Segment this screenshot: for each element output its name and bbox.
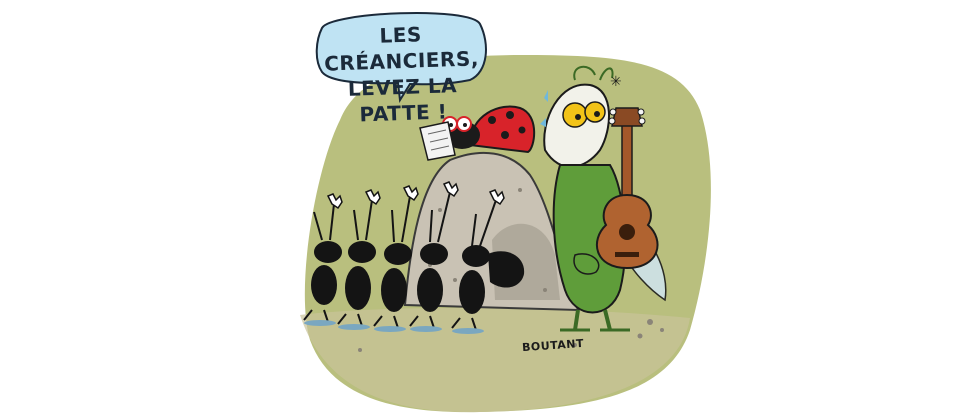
speech-bubble-text: LES CRÉANCIERS, LEVEZ LA PATTE !	[310, 19, 494, 129]
svg-text:✳: ✳	[610, 74, 622, 90]
speech-line-2: LEVEZ LA PATTE !	[347, 73, 458, 127]
ground	[300, 307, 690, 413]
speech-line-1: LES CRÉANCIERS,	[323, 22, 480, 76]
